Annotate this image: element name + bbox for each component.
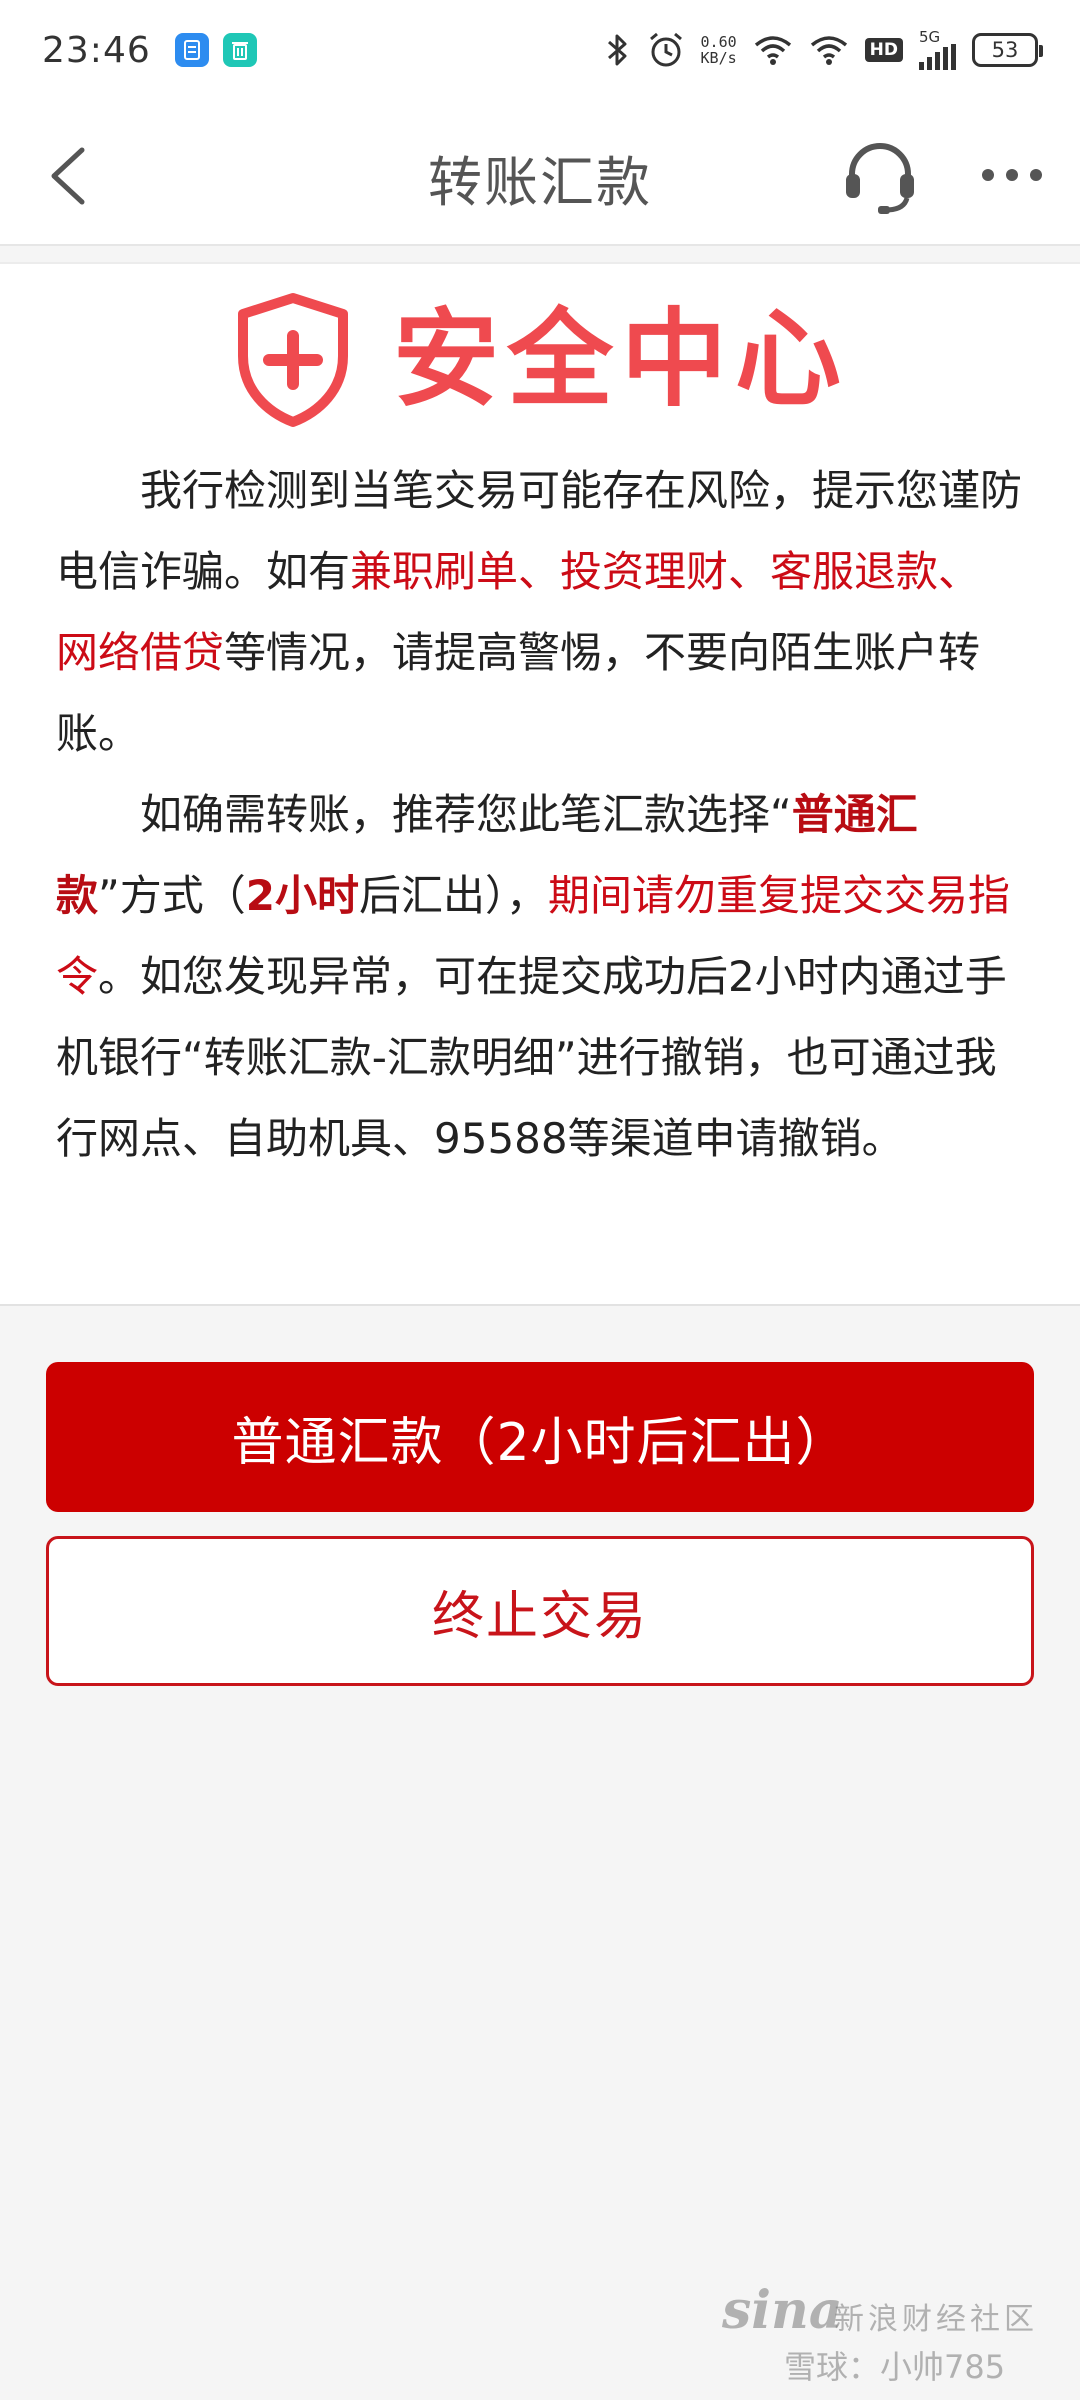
wifi-secondary-icon (810, 36, 847, 65)
battery-icon: 53 (972, 33, 1043, 67)
sina-logo: sina (722, 2280, 843, 2341)
cellular-signal: 5G (919, 30, 956, 70)
notification-app-icon (174, 33, 209, 67)
notice-paragraph-2: 如确需转账，推荐您此笔汇款选择“普通汇款”方式（2小时后汇出），期间请勿重复提交… (56, 774, 1022, 1179)
more-options-icon[interactable] (980, 160, 1044, 190)
network-speed: 0.60 KB/s (701, 34, 737, 66)
signal-bars-icon (919, 44, 956, 70)
watermark-site: 新浪财经社区 (834, 2302, 1038, 2337)
p2-text-1: 如确需转账，推荐您此笔汇款选择“ (140, 790, 792, 839)
status-icons: 0.60 KB/s HD 5G 53 (605, 30, 1043, 70)
network-type-label: 5G (919, 28, 941, 46)
p2-text-7: 。如您发现异常，可在提交成功后2小时内通过手机银行“转账汇款-汇款明细”进行撤销… (56, 952, 1007, 1163)
network-speed-unit: KB/s (700, 49, 737, 67)
nav-bar: 转账汇款 (0, 100, 1080, 246)
network-speed-value: 0.60 (700, 33, 737, 51)
bluetooth-icon (607, 34, 627, 66)
status-bar: 23:46 0.60 KB/s HD 5G 53 (0, 0, 1080, 100)
notice-paragraph-1: 我行检测到当笔交易可能存在风险，提示您谨防电信诈骗。如有兼职刷单、投资理财、客服… (56, 450, 1022, 774)
notification-trash-icon (222, 33, 257, 67)
watermark-user: 雪球：小帅785 (784, 2348, 1006, 2386)
wifi-icon (754, 36, 791, 65)
p2-text-5: 后汇出）， (359, 871, 549, 920)
customer-service-headset-icon[interactable] (840, 136, 920, 216)
notice-title: 安全中心 (393, 298, 849, 421)
alarm-icon (649, 32, 682, 67)
terminate-transaction-button[interactable]: 终止交易 (46, 1536, 1034, 1686)
shield-plus-icon (238, 293, 348, 427)
battery-level: 53 (991, 38, 1019, 62)
security-notice-card: 安全中心 我行检测到当笔交易可能存在风险，提示您谨防电信诈骗。如有兼职刷单、投资… (0, 262, 1080, 1306)
hd-badge: HD (864, 38, 903, 62)
normal-remittance-button[interactable]: 普通汇款（2小时后汇出） (46, 1362, 1034, 1512)
p2-two-hours: 2小时 (245, 871, 360, 920)
notice-body: 我行检测到当笔交易可能存在风险，提示您谨防电信诈骗。如有兼职刷单、投资理财、客服… (56, 450, 1022, 1179)
notice-header: 安全中心 (0, 292, 1080, 428)
p2-text-3: ”方式（ (98, 871, 246, 920)
status-time: 23:46 (42, 29, 151, 71)
watermark: sina 新浪财经社区 雪球：小帅785 (722, 2280, 1052, 2390)
